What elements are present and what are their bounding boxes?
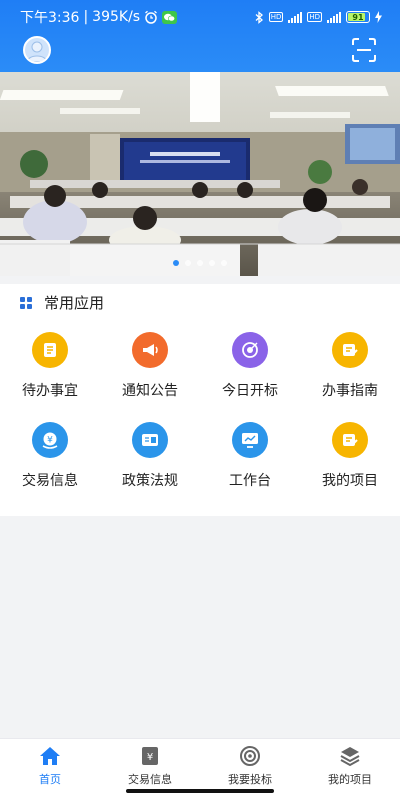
app-label: 待办事宜 [22,383,78,399]
status-bar: 下午3:36 | 395K/s HD HD 91 [0,0,400,34]
tab-label: 我要投标 [228,773,272,786]
app-label: 工作台 [229,473,271,489]
tab-home[interactable]: 首页 [0,739,100,800]
workbench-icon [242,433,258,448]
app-policy[interactable]: 政策法规 [100,422,200,490]
megaphone-icon [143,344,158,356]
carousel-dot[interactable] [197,260,203,266]
svg-text:¥: ¥ [47,436,53,446]
banner-carousel[interactable] [0,72,400,276]
tab-my-projects[interactable]: 我的项目 [300,739,400,800]
carousel-dot[interactable] [173,260,179,266]
todo-icon [44,343,56,357]
section-title: 常用应用 [44,294,105,312]
status-time: 下午3:36 [20,10,80,26]
tab-label: 交易信息 [128,773,172,786]
app-trade-info[interactable]: ¥ 交易信息 [0,422,100,490]
carousel-dot[interactable] [185,260,191,266]
svg-text:¥: ¥ [147,752,153,763]
signal-icon [327,11,341,23]
carousel-dot[interactable] [221,260,227,266]
app-workbench[interactable]: 工作台 [200,422,300,490]
signal-icon [288,11,303,23]
scan-icon[interactable] [352,38,376,62]
carousel-indicator [0,260,400,266]
common-apps-section: 常用应用 待办事宜 通知公告 今日开标 办事指南 ¥ 交易信息 政策法规 工作台… [0,284,400,516]
app-label: 通知公告 [122,383,178,399]
wechat-icon [162,10,178,24]
tab-label: 首页 [39,773,61,786]
hd-icon: HD [268,12,284,22]
grid-icon [20,296,32,309]
home-icon [40,747,60,765]
avatar[interactable] [23,36,51,64]
bluetooth-icon [255,10,263,24]
app-label: 今日开标 [222,383,278,399]
tab-label: 我的项目 [328,773,372,786]
alarm-icon [145,10,158,24]
battery-icon: 91 [346,11,370,23]
app-label: 办事指南 [322,383,378,399]
charging-icon [375,11,382,23]
app-label: 交易信息 [22,473,78,489]
trade-icon: ¥ [42,432,58,449]
carousel-dot[interactable] [209,260,215,266]
app-today-bid-opening[interactable]: 今日开标 [200,332,300,400]
policy-icon [142,434,158,446]
avatar-icon [26,41,48,62]
target-icon [240,746,260,766]
app-my-projects[interactable]: 我的项目 [300,422,400,490]
layers-icon [340,747,360,767]
document-icon: ¥ [142,747,158,765]
network-speed: 395K/s [92,9,141,25]
app-notice[interactable]: 通知公告 [100,332,200,400]
home-indicator[interactable] [126,789,274,793]
project-icon [343,434,358,446]
app-header: 下午3:36 | 395K/s HD HD 91 [0,0,400,72]
conference-photo [0,72,400,276]
hd-icon: HD [307,12,322,22]
guide-icon [343,344,358,356]
app-label: 政策法规 [122,473,178,489]
app-label: 我的项目 [322,473,378,489]
app-guide[interactable]: 办事指南 [300,332,400,400]
app-todo[interactable]: 待办事宜 [0,332,100,400]
target-icon [242,342,258,358]
